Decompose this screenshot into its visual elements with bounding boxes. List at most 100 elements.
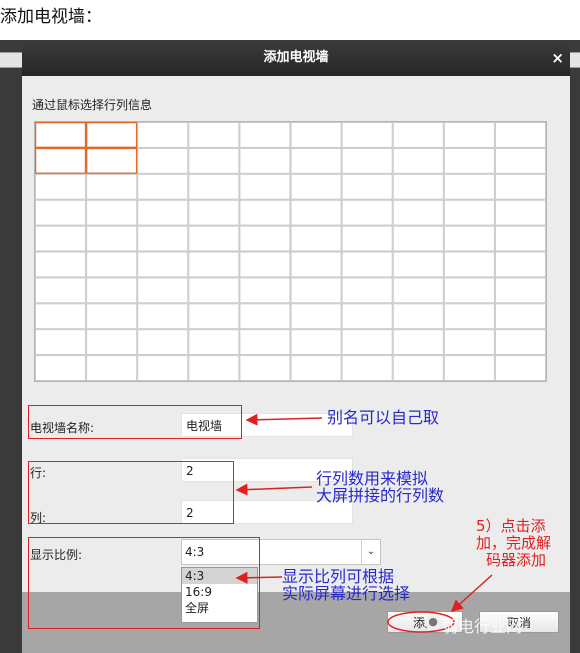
grid-cell[interactable] — [290, 355, 342, 381]
grid-cell[interactable] — [443, 147, 495, 174]
grid-cell[interactable] — [341, 225, 393, 252]
grid-cell[interactable] — [392, 329, 444, 356]
grid-cell[interactable] — [137, 199, 189, 226]
grid-cell[interactable] — [494, 173, 546, 200]
grid-cell[interactable] — [35, 355, 87, 381]
grid-cell[interactable] — [35, 251, 87, 278]
grid-cell[interactable] — [290, 122, 342, 148]
grid-cell[interactable] — [290, 251, 342, 278]
grid-cell[interactable] — [188, 147, 240, 174]
grid-cell[interactable] — [341, 355, 393, 381]
grid-cell[interactable] — [188, 277, 240, 304]
grid-cell-selected[interactable] — [35, 147, 87, 175]
grid-cell[interactable] — [443, 225, 495, 252]
grid-cell[interactable] — [86, 329, 138, 356]
grid-cell[interactable] — [137, 122, 189, 148]
grid-cell[interactable] — [392, 303, 444, 330]
grid-cell[interactable] — [443, 173, 495, 200]
grid-cell[interactable] — [188, 122, 240, 148]
grid-cell[interactable] — [392, 225, 444, 252]
grid-cell[interactable] — [137, 303, 189, 330]
grid-cell[interactable] — [341, 251, 393, 278]
grid-cell[interactable] — [35, 199, 87, 226]
grid-cell[interactable] — [494, 122, 546, 148]
grid-cell[interactable] — [290, 225, 342, 252]
grid-cell-selected[interactable] — [85, 147, 138, 175]
grid-cell[interactable] — [392, 122, 444, 148]
grid-cell[interactable] — [341, 329, 393, 356]
grid-cell[interactable] — [392, 251, 444, 278]
grid-cell[interactable] — [239, 251, 291, 278]
grid-cell[interactable] — [443, 199, 495, 226]
grid-cell[interactable] — [35, 225, 87, 252]
grid-cell[interactable] — [494, 355, 546, 381]
grid-cell[interactable] — [137, 225, 189, 252]
grid-cell[interactable] — [86, 199, 138, 226]
grid-cell[interactable] — [137, 277, 189, 304]
grid-cell[interactable] — [35, 303, 87, 330]
grid-cell[interactable] — [443, 122, 495, 148]
grid-cell-selected[interactable] — [85, 122, 138, 149]
chevron-down-icon[interactable]: ⌄ — [361, 540, 380, 564]
grid-cell[interactable] — [443, 329, 495, 356]
grid-cell[interactable] — [86, 173, 138, 200]
grid-cell[interactable] — [137, 355, 189, 381]
grid-cell[interactable] — [239, 147, 291, 174]
grid-cell[interactable] — [341, 122, 393, 148]
grid-cell[interactable] — [290, 329, 342, 356]
grid-cell[interactable] — [392, 277, 444, 304]
grid-cell[interactable] — [188, 329, 240, 356]
grid-cell[interactable] — [35, 173, 87, 200]
grid-cell[interactable] — [341, 277, 393, 304]
grid-cell[interactable] — [341, 147, 393, 174]
grid-cell[interactable] — [188, 303, 240, 330]
grid-cell[interactable] — [392, 199, 444, 226]
grid-cell[interactable] — [137, 173, 189, 200]
grid-cell[interactable] — [35, 277, 87, 304]
grid-cell-selected[interactable] — [35, 122, 87, 149]
grid-cell[interactable] — [392, 173, 444, 200]
grid-cell[interactable] — [86, 251, 138, 278]
grid-cell[interactable] — [494, 303, 546, 330]
grid-cell[interactable] — [443, 355, 495, 381]
grid-cell[interactable] — [188, 251, 240, 278]
grid-cell[interactable] — [392, 355, 444, 381]
grid-cell[interactable] — [443, 277, 495, 304]
grid-cell[interactable] — [137, 251, 189, 278]
grid-cell[interactable] — [341, 173, 393, 200]
grid-cell[interactable] — [239, 173, 291, 200]
grid-cell[interactable] — [392, 147, 444, 174]
grid-cell[interactable] — [239, 303, 291, 330]
grid-cell[interactable] — [137, 329, 189, 356]
grid-cell[interactable] — [188, 173, 240, 200]
grid-cell[interactable] — [239, 355, 291, 381]
grid-cell[interactable] — [86, 355, 138, 381]
grid-cell[interactable] — [35, 329, 87, 356]
grid-cell[interactable] — [239, 329, 291, 356]
grid-cell[interactable] — [239, 199, 291, 226]
grid-cell[interactable] — [494, 251, 546, 278]
grid-cell[interactable] — [239, 277, 291, 304]
close-icon[interactable]: × — [551, 40, 564, 76]
grid-cell[interactable] — [494, 199, 546, 226]
grid-cell[interactable] — [443, 303, 495, 330]
grid-cell[interactable] — [188, 355, 240, 381]
grid-cell[interactable] — [341, 303, 393, 330]
grid-cell[interactable] — [290, 173, 342, 200]
grid-cell[interactable] — [86, 277, 138, 304]
grid-cell[interactable] — [494, 147, 546, 174]
grid-cell[interactable] — [494, 329, 546, 356]
grid-cell[interactable] — [494, 225, 546, 252]
grid-cell[interactable] — [341, 199, 393, 226]
grid-cell[interactable] — [86, 303, 138, 330]
grid-cell[interactable] — [188, 225, 240, 252]
row-column-selector-grid[interactable] — [34, 121, 547, 382]
grid-cell[interactable] — [239, 122, 291, 148]
grid-cell[interactable] — [494, 277, 546, 304]
grid-cell[interactable] — [290, 199, 342, 226]
grid-cell[interactable] — [239, 225, 291, 252]
grid-cell[interactable] — [290, 303, 342, 330]
grid-cell[interactable] — [86, 225, 138, 252]
grid-canvas[interactable] — [35, 122, 546, 381]
grid-cell[interactable] — [290, 277, 342, 304]
